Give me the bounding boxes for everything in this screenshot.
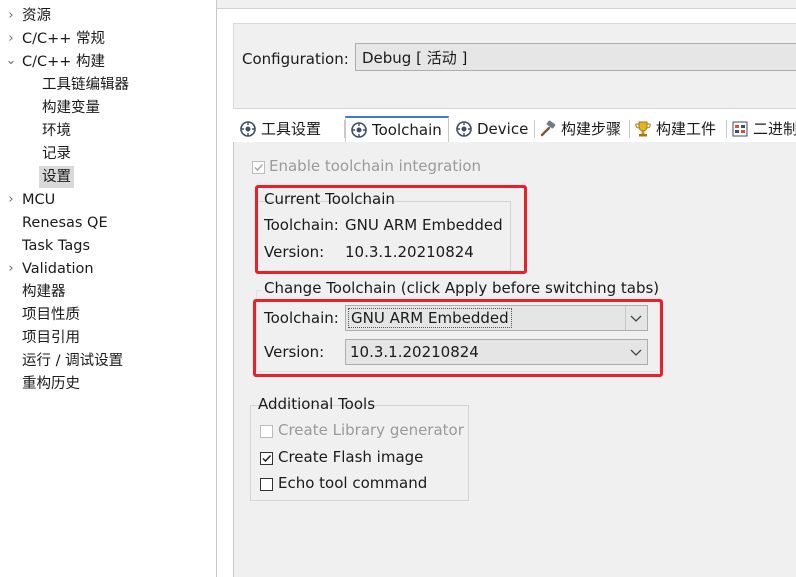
tree-item-renesas-qe[interactable]: Renesas QE: [0, 212, 216, 234]
tab-binary-parsers[interactable]: 二进制解: [727, 116, 796, 142]
highlight-current-toolchain: [255, 185, 527, 274]
tree-item-refactoring-history[interactable]: 重构历史: [0, 373, 216, 395]
tab-bar: 工具设置 Toolchain Device 构建步骤 构建工件 二进制解: [233, 116, 796, 143]
checkmark-icon: [262, 454, 272, 463]
tree-item-resources[interactable]: › 资源: [0, 5, 216, 27]
gear-icon: [351, 122, 367, 138]
create-flash-image-label: Create Flash image: [278, 448, 424, 466]
tab-toolchain[interactable]: Toolchain: [345, 116, 449, 143]
enable-toolchain-integration-label: Enable toolchain integration: [269, 157, 482, 175]
configuration-select[interactable]: Debug [ 活动 ]: [355, 43, 796, 71]
tab-build-steps[interactable]: 构建步骤: [535, 116, 627, 142]
hammer-icon: [540, 120, 556, 137]
tree-item-cpp-general[interactable]: › C/C++ 常规: [0, 28, 216, 50]
tree-item-project-references[interactable]: 项目引用: [0, 327, 216, 349]
tree-item-run-debug-settings[interactable]: 运行 / 调试设置: [0, 350, 216, 372]
gear-icon: [240, 121, 256, 137]
tree-item-build-variables[interactable]: 构建变量: [0, 97, 216, 119]
additional-tools-title: Additional Tools: [258, 395, 376, 413]
toolchain-tab-content: Enable toolchain integration Current Too…: [233, 142, 796, 577]
echo-tool-command-label: Echo tool command: [278, 474, 428, 492]
chevron-right-icon[interactable]: ›: [5, 189, 17, 211]
binary-icon: [732, 121, 748, 137]
tree-item-environment[interactable]: 环境: [0, 120, 216, 142]
settings-panel: Configuration: Debug [ 活动 ] 工具设置 Toolcha…: [217, 0, 796, 577]
tab-device[interactable]: Device: [451, 116, 533, 142]
tree-item-validation[interactable]: › Validation: [0, 258, 216, 280]
chevron-right-icon[interactable]: ›: [5, 258, 17, 280]
tree-item-logging[interactable]: 记录: [0, 143, 216, 165]
tab-tool-settings[interactable]: 工具设置: [235, 116, 325, 142]
configuration-value: Debug [ 活动 ]: [362, 49, 468, 67]
tree-item-builders[interactable]: 构建器: [0, 281, 216, 303]
create-library-generator-label: Create Library generator: [278, 421, 464, 439]
chevron-right-icon[interactable]: ›: [5, 5, 17, 27]
tree-item-cpp-build[interactable]: ⌄ C/C++ 构建: [0, 51, 216, 73]
configuration-box: Configuration: Debug [ 活动 ]: [233, 23, 796, 109]
trophy-icon: [635, 121, 651, 137]
configuration-label: Configuration:: [242, 50, 349, 68]
top-divider: [217, 0, 796, 9]
chevron-down-icon[interactable]: ⌄: [5, 50, 17, 72]
tab-build-artifact[interactable]: 构建工件: [630, 116, 724, 142]
settings-tree: › 资源 › C/C++ 常规 ⌄ C/C++ 构建 工具链编辑器 构建变量 环…: [0, 0, 217, 577]
highlight-change-toolchain: [253, 299, 663, 377]
create-flash-image-checkbox[interactable]: [260, 452, 273, 465]
gear-icon: [456, 121, 472, 137]
create-library-generator-checkbox[interactable]: [260, 425, 273, 438]
tree-item-mcu[interactable]: › MCU: [0, 189, 216, 211]
enable-toolchain-integration-checkbox[interactable]: [252, 161, 265, 174]
checkmark-icon: [254, 163, 264, 172]
tree-item-toolchain-editor[interactable]: 工具链编辑器: [0, 74, 216, 96]
tree-item-task-tags[interactable]: Task Tags: [0, 235, 216, 257]
tree-item-project-natures[interactable]: 项目性质: [0, 304, 216, 326]
tree-item-settings[interactable]: 设置: [0, 166, 216, 188]
chevron-right-icon[interactable]: ›: [5, 28, 17, 50]
change-toolchain-title: Change Toolchain (click Apply before swi…: [261, 279, 663, 297]
echo-tool-command-checkbox[interactable]: [260, 478, 273, 491]
